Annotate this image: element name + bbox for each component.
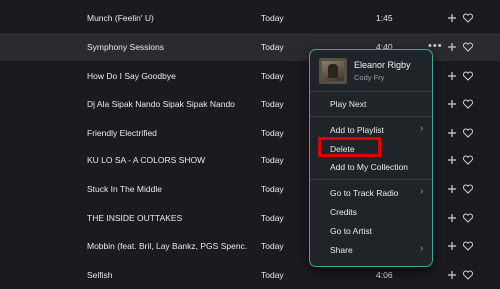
add-icon[interactable] [446,183,458,195]
menu-item-play-next[interactable]: Play Next [330,99,366,109]
track-date-added: Today [261,155,284,165]
menu-divider [310,179,432,180]
track-date-added: Today [261,128,284,138]
track-duration: 1:45 [376,13,393,23]
track-title: Stuck In The Middle [87,184,162,194]
track-title: Symphony Sessions [87,42,165,52]
heart-icon[interactable] [462,269,474,281]
heart-icon[interactable] [462,127,474,139]
heart-icon[interactable] [462,183,474,195]
track-title: Munch (Feelin' U) [87,13,154,23]
menu-item-go-to-track-radio[interactable]: Go to Track Radio [330,188,399,198]
track-date-added: Today [261,99,284,109]
menu-item-share[interactable]: Share [330,245,353,255]
track-row[interactable]: Munch (Feelin' U) Today 1:45 [0,4,500,32]
track-date-added: Today [261,241,284,251]
track-date-added: Today [261,270,284,280]
add-icon[interactable] [446,12,458,24]
add-icon[interactable] [446,98,458,110]
heart-icon[interactable] [462,240,474,252]
menu-item-go-to-artist[interactable]: Go to Artist [330,226,372,236]
heart-icon[interactable] [462,70,474,82]
menu-divider [310,91,432,92]
menu-item-credits[interactable]: Credits [330,207,357,217]
context-track-artist[interactable]: Cody Fry [354,73,384,82]
heart-icon[interactable] [462,12,474,24]
track-date-added: Today [261,13,284,23]
chevron-right-icon: › [420,186,424,197]
track-date-added: Today [261,71,284,81]
track-title: Friendly Electrified [87,128,157,138]
heart-icon[interactable] [462,41,474,53]
chevron-right-icon: › [420,123,424,134]
add-icon[interactable] [446,41,458,53]
track-title: Selfish [87,270,113,280]
track-title: How Do I Say Goodbye [87,71,176,81]
track-date-added: Today [261,184,284,194]
track-title: Mobbin (feat. Bril, Lay Bankz, PGS Spenc… [87,241,247,251]
track-title: THE INSIDE OUTTAKES [87,213,183,223]
add-icon[interactable] [446,269,458,281]
add-icon[interactable] [446,70,458,82]
delete-highlight-box [318,137,381,157]
menu-item-add-to-playlist[interactable]: Add to Playlist [330,125,384,135]
menu-item-add-to-collection[interactable]: Add to My Collection [330,162,408,172]
album-art [319,58,347,84]
add-icon[interactable] [446,154,458,166]
add-icon[interactable] [446,127,458,139]
track-date-added: Today [261,42,284,52]
menu-divider [310,116,432,117]
heart-icon[interactable] [462,212,474,224]
chevron-right-icon: › [420,243,424,254]
track-title: KU LO SA - A COLORS SHOW [87,155,206,165]
track-title: Dj Ala Sipak Nando Sipak Sipak Nando [87,99,235,109]
track-date-added: Today [261,213,284,223]
heart-icon[interactable] [462,98,474,110]
add-icon[interactable] [446,240,458,252]
add-icon[interactable] [446,212,458,224]
context-track-title: Eleanor Rigby [354,60,411,70]
context-menu: Eleanor Rigby Cody Fry Play Next Add to … [309,49,433,267]
heart-icon[interactable] [462,154,474,166]
